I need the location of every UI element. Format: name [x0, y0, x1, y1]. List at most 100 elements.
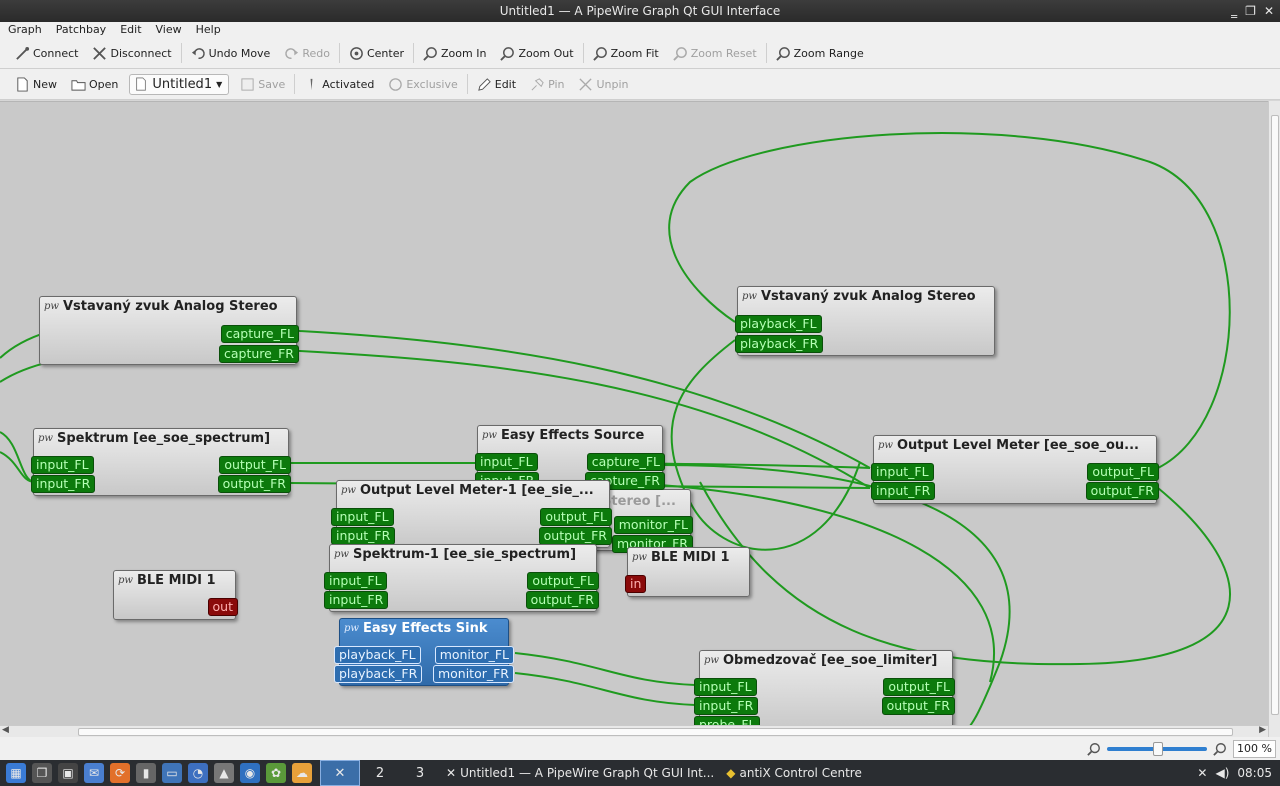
center-button[interactable]: Center [342, 41, 411, 65]
menu-edit[interactable]: Edit [113, 22, 148, 38]
port-input-fr[interactable]: input_FR [31, 475, 96, 493]
port-capture-fr[interactable]: capture_FR [219, 345, 299, 363]
scroll-left-icon[interactable]: ◀ [2, 725, 9, 735]
files-icon[interactable]: ▭ [162, 763, 182, 783]
desktop-icon[interactable]: ▣ [58, 763, 78, 783]
node-easy-effects-sink[interactable]: pw Easy Effects Sink playback_FL playback… [334, 618, 514, 686]
windows-icon[interactable]: ❐ [32, 763, 52, 783]
undo-move-button[interactable]: Undo Move [184, 41, 278, 65]
save-button[interactable]: Save [233, 72, 292, 96]
patchbay-select[interactable]: Untitled1 ▼ [129, 73, 230, 95]
zoom-fit-button[interactable]: Zoom Fit [586, 41, 666, 65]
port-input-fr[interactable]: input_FR [324, 591, 389, 609]
graph-canvas[interactable]: pw Vstavaný zvuk Analog Stereo capture_FL… [0, 101, 1268, 725]
port-output-fl[interactable]: output_FL [527, 572, 599, 590]
zoom-out-button[interactable]: Zoom Out [493, 41, 580, 65]
workspace-2[interactable]: 2 [360, 760, 400, 786]
scrollbar-thumb[interactable] [78, 728, 1233, 736]
zoom-range-button[interactable]: Zoom Range [769, 41, 871, 65]
settings-icon[interactable]: ✿ [266, 763, 286, 783]
node-ble-midi-in[interactable]: pw BLE MIDI 1 in [625, 547, 750, 597]
task-pwgraph[interactable]: ✕ Untitled1 — A PipeWire Graph Qt GUI Int… [440, 760, 720, 786]
update-icon[interactable]: ◉ [240, 763, 260, 783]
port-input-fl[interactable]: input_FL [324, 572, 387, 590]
port-monitor-fl[interactable]: monitor_FL [613, 516, 693, 534]
zoom-out-icon[interactable] [1087, 742, 1101, 756]
node-spektrum-1[interactable]: pw Spektrum-1 [ee_sie_spectrum] input_FL … [324, 544, 599, 612]
port-output-fl[interactable]: output_FL [219, 456, 291, 474]
connect-button[interactable]: Connect [8, 41, 85, 65]
minimize-icon[interactable]: ‗ [1231, 0, 1237, 22]
port-input-fr[interactable]: input_FR [331, 527, 396, 545]
activated-button[interactable]: Activated [297, 72, 381, 96]
node-limiter[interactable]: pw Obmedzovač [ee_soe_limiter] input_FL i… [694, 650, 955, 725]
exclusive-button[interactable]: Exclusive [381, 72, 464, 96]
zoom-reset-button[interactable]: Zoom Reset [666, 41, 764, 65]
port-output-fr[interactable]: output_FR [1085, 482, 1159, 500]
zoom-in-button[interactable]: Zoom In [416, 41, 493, 65]
maximize-icon[interactable]: ❐ [1245, 0, 1256, 22]
mail-icon[interactable]: ✉ [84, 763, 104, 783]
port-output-fr[interactable]: output_FR [525, 591, 599, 609]
port-input-fr[interactable]: input_FR [694, 697, 759, 715]
zoom-in-icon[interactable] [1213, 742, 1227, 756]
open-button[interactable]: Open [64, 72, 125, 96]
menu-help[interactable]: Help [189, 22, 228, 38]
port-playback-fl[interactable]: playback_FL [334, 646, 421, 664]
menu-patchbay[interactable]: Patchbay [49, 22, 113, 38]
port-input-fl[interactable]: input_FL [871, 463, 934, 481]
port-midi-in[interactable]: in [625, 575, 647, 593]
refresh-icon[interactable]: ⟳ [110, 763, 130, 783]
node-output-level-meter[interactable]: pw Output Level Meter [ee_soe_ou... input… [871, 435, 1159, 504]
port-output-fl[interactable]: output_FL [540, 508, 612, 526]
redo-button[interactable]: Redo [277, 41, 337, 65]
menu-view[interactable]: View [149, 22, 189, 38]
port-probe-fl[interactable]: probe_FL [694, 716, 761, 725]
zoom-slider[interactable] [1107, 741, 1208, 756]
node-easy-effects-source[interactable]: pwEasy Effects Source input_FL input_FR … [475, 425, 665, 490]
usb-icon[interactable]: ▮ [136, 763, 156, 783]
port-capture-fl[interactable]: capture_FL [586, 453, 665, 471]
port-playback-fr[interactable]: playback_FR [735, 335, 824, 353]
port-monitor-fl[interactable]: monitor_FL [434, 646, 514, 664]
network-icon[interactable]: ▲ [214, 763, 234, 783]
pin-button[interactable]: Pin [523, 72, 571, 96]
apps-grid-icon[interactable]: ▦ [6, 763, 26, 783]
workspace-1[interactable]: ✕ [320, 760, 360, 786]
zoom-value[interactable]: 100 % [1233, 739, 1276, 758]
port-output-fr[interactable]: output_FR [538, 527, 612, 545]
node-spektrum[interactable]: pw Spektrum [ee_soe_spectrum] input_FL in… [31, 428, 291, 496]
new-button[interactable]: New [8, 72, 64, 96]
edit-button[interactable]: Edit [470, 72, 523, 96]
port-output-fl[interactable]: output_FL [883, 678, 955, 696]
port-output-fl[interactable]: output_FL [1087, 463, 1159, 481]
task-antix-control-centre[interactable]: ◆ antiX Control Centre [720, 760, 868, 786]
menu-graph[interactable]: Graph [0, 22, 49, 38]
port-input-fl[interactable]: input_FL [475, 453, 538, 471]
port-midi-out[interactable]: out [207, 598, 238, 616]
port-input-fl[interactable]: input_FL [694, 678, 757, 696]
port-input-fr[interactable]: input_FR [871, 482, 936, 500]
zoom-slider-handle[interactable] [1153, 741, 1164, 756]
port-input-fl[interactable]: input_FL [331, 508, 394, 526]
port-capture-fl[interactable]: capture_FL [220, 325, 299, 343]
node-vz-playback[interactable]: pw Vstavaný zvuk Analog Stereo playback_F… [735, 286, 995, 356]
port-monitor-fr[interactable]: monitor_FR [432, 665, 514, 683]
port-playback-fr[interactable]: playback_FR [334, 665, 423, 683]
workspace-3[interactable]: 3 [400, 760, 440, 786]
horizontal-scrollbar[interactable]: ◀ ▶ [0, 725, 1268, 737]
port-input-fl[interactable]: input_FL [31, 456, 94, 474]
port-output-fr[interactable]: output_FR [217, 475, 291, 493]
pwgraph-tray-icon[interactable]: ✕ [1197, 766, 1207, 780]
scroll-right-icon[interactable]: ▶ [1259, 725, 1266, 735]
node-output-level-meter-1[interactable]: pw Output Level Meter-1 [ee_sie_... input… [331, 480, 612, 548]
node-ble-midi-out[interactable]: pw BLE MIDI 1 out [113, 570, 238, 620]
scrollbar-thumb[interactable] [1271, 115, 1279, 715]
browser-icon[interactable]: ◔ [188, 763, 208, 783]
volume-icon[interactable]: ◀) [1215, 766, 1229, 780]
weather-icon[interactable]: ☁ [292, 763, 312, 783]
close-icon[interactable]: ✕ [1264, 0, 1274, 22]
node-vz-capture[interactable]: pw Vstavaný zvuk Analog Stereo capture_FL… [39, 296, 299, 365]
vertical-scrollbar[interactable] [1268, 101, 1280, 737]
port-playback-fl[interactable]: playback_FL [735, 315, 822, 333]
